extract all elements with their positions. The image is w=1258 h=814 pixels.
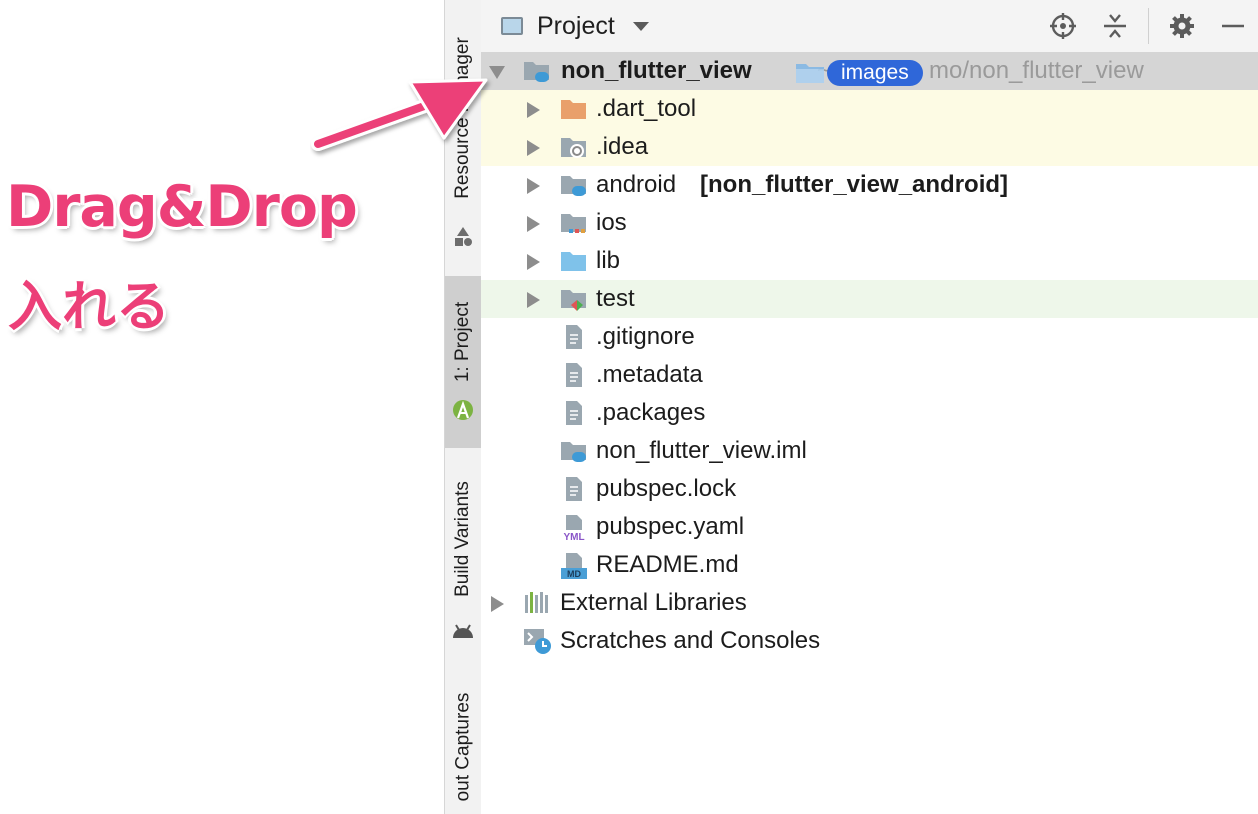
project-view-label: Project <box>537 11 615 40</box>
tree-item-label: .metadata <box>596 361 703 388</box>
project-panel: Project non_flutter_view mo/non_flutter_… <box>481 0 1258 814</box>
tree-row[interactable]: MD README.md <box>481 546 1258 584</box>
tree-row[interactable]: pubspec.lock <box>481 470 1258 508</box>
expand-arrow-icon[interactable] <box>527 140 540 156</box>
expand-arrow-icon[interactable] <box>527 216 540 232</box>
project-view-selector[interactable]: Project <box>501 10 649 42</box>
expand-arrow-icon[interactable] <box>527 254 540 270</box>
tree-row[interactable]: .dart_tool <box>481 90 1258 128</box>
tree-row[interactable]: android [non_flutter_view_android] <box>481 166 1258 204</box>
tree-row[interactable]: YML pubspec.yaml <box>481 508 1258 546</box>
dragged-folder-icon <box>796 64 824 83</box>
tree-item-label: android <box>596 171 677 198</box>
chevron-down-icon <box>632 21 649 31</box>
ios-folder-icon <box>561 214 586 233</box>
external-libraries-label: External Libraries <box>560 589 747 616</box>
expand-arrow-icon[interactable] <box>491 596 504 612</box>
text-file-icon <box>566 363 582 387</box>
collapse-all-icon <box>1104 14 1126 38</box>
tree-item-label: lib <box>596 247 621 274</box>
tree-row[interactable]: non_flutter_view.iml <box>481 432 1258 470</box>
toolbar-separator <box>1148 8 1149 44</box>
tab-project-label-wrap: 1: Project <box>445 284 481 400</box>
settings-button[interactable] <box>1168 12 1196 40</box>
tree-item-label: non_flutter_view.iml <box>596 437 807 464</box>
text-file-icon <box>566 325 582 349</box>
tab-build-variants[interactable]: Build Variants <box>445 456 481 622</box>
locate-icon <box>1050 13 1076 39</box>
tree-row[interactable]: lib <box>481 242 1258 280</box>
tree-item-label: test <box>596 285 635 312</box>
root-path-end: mo/non_flutter_view <box>929 57 1144 84</box>
locate-button[interactable] <box>1049 12 1077 40</box>
markdown-file-icon: MD <box>561 553 587 579</box>
tree-item-label: README.md <box>596 551 739 578</box>
tree-row-root[interactable]: non_flutter_view ~/fl mo/non_flutter_vie… <box>481 52 1258 90</box>
expand-arrow-icon[interactable] <box>527 102 540 118</box>
resource-manager-icon <box>455 227 472 246</box>
yaml-file-icon: YML <box>563 515 585 541</box>
tree-item-label: .idea <box>596 133 649 160</box>
android-icon <box>453 624 473 638</box>
settings-folder-icon <box>561 138 586 158</box>
scratches-label: Scratches and Consoles <box>560 627 821 654</box>
tree-row[interactable]: .idea <box>481 128 1258 166</box>
libraries-icon <box>525 592 548 613</box>
orange-folder-icon <box>561 100 586 119</box>
yaml-badge: YML <box>563 532 584 541</box>
collapse-all-button[interactable] <box>1101 12 1129 40</box>
tree-row[interactable]: .metadata <box>481 356 1258 394</box>
android-studio-icon <box>453 400 473 420</box>
expand-arrow-icon[interactable] <box>527 292 540 308</box>
tab-project-label: 1: Project <box>452 301 474 383</box>
tree-item-label: .packages <box>596 399 706 426</box>
test-folder-icon <box>561 290 586 311</box>
text-file-icon <box>566 401 582 425</box>
tree-row[interactable]: ios <box>481 204 1258 242</box>
source-folder-icon <box>561 252 586 271</box>
tree-row[interactable]: test <box>481 280 1258 318</box>
tab-layout-captures-label: out Captures <box>452 692 474 802</box>
root-name: non_flutter_view <box>561 57 752 84</box>
tree-row[interactable]: .gitignore <box>481 318 1258 356</box>
tree-item-label: pubspec.yaml <box>596 513 745 540</box>
markdown-badge: MD <box>567 569 581 579</box>
tree-item-label: .dart_tool <box>596 95 697 122</box>
text-file-icon <box>566 477 582 501</box>
gear-icon <box>1170 14 1194 38</box>
tree-item-label: ios <box>596 209 627 236</box>
annotation-arrow-icon <box>311 78 488 151</box>
module-file-icon <box>561 442 586 462</box>
tree-item-label: pubspec.lock <box>596 475 737 502</box>
tab-layout-captures[interactable]: out Captures <box>445 680 481 814</box>
expand-arrow-icon[interactable] <box>527 178 540 194</box>
scratches-icon <box>524 629 551 654</box>
drag-item-chip[interactable]: images <box>827 60 923 86</box>
tree-item-label: .gitignore <box>596 323 695 350</box>
annotation-title: Drag&Drop <box>6 174 358 240</box>
tree-row[interactable]: .packages <box>481 394 1258 432</box>
annotation-subtitle: 入れる <box>8 275 170 338</box>
minimize-icon <box>1222 24 1244 28</box>
tree-item-module-suffix: [non_flutter_view_android] <box>700 171 1009 198</box>
tab-build-variants-label: Build Variants <box>452 481 474 597</box>
tree-row-external-libraries[interactable]: External Libraries <box>481 584 1258 622</box>
project-toolbar: Project <box>481 0 1258 53</box>
project-view-icon <box>501 17 523 35</box>
module-folder-icon <box>524 62 549 82</box>
tree-row-scratches[interactable]: Scratches and Consoles <box>481 622 1258 660</box>
minimize-button[interactable] <box>1219 12 1247 40</box>
module-folder-icon <box>561 176 586 196</box>
